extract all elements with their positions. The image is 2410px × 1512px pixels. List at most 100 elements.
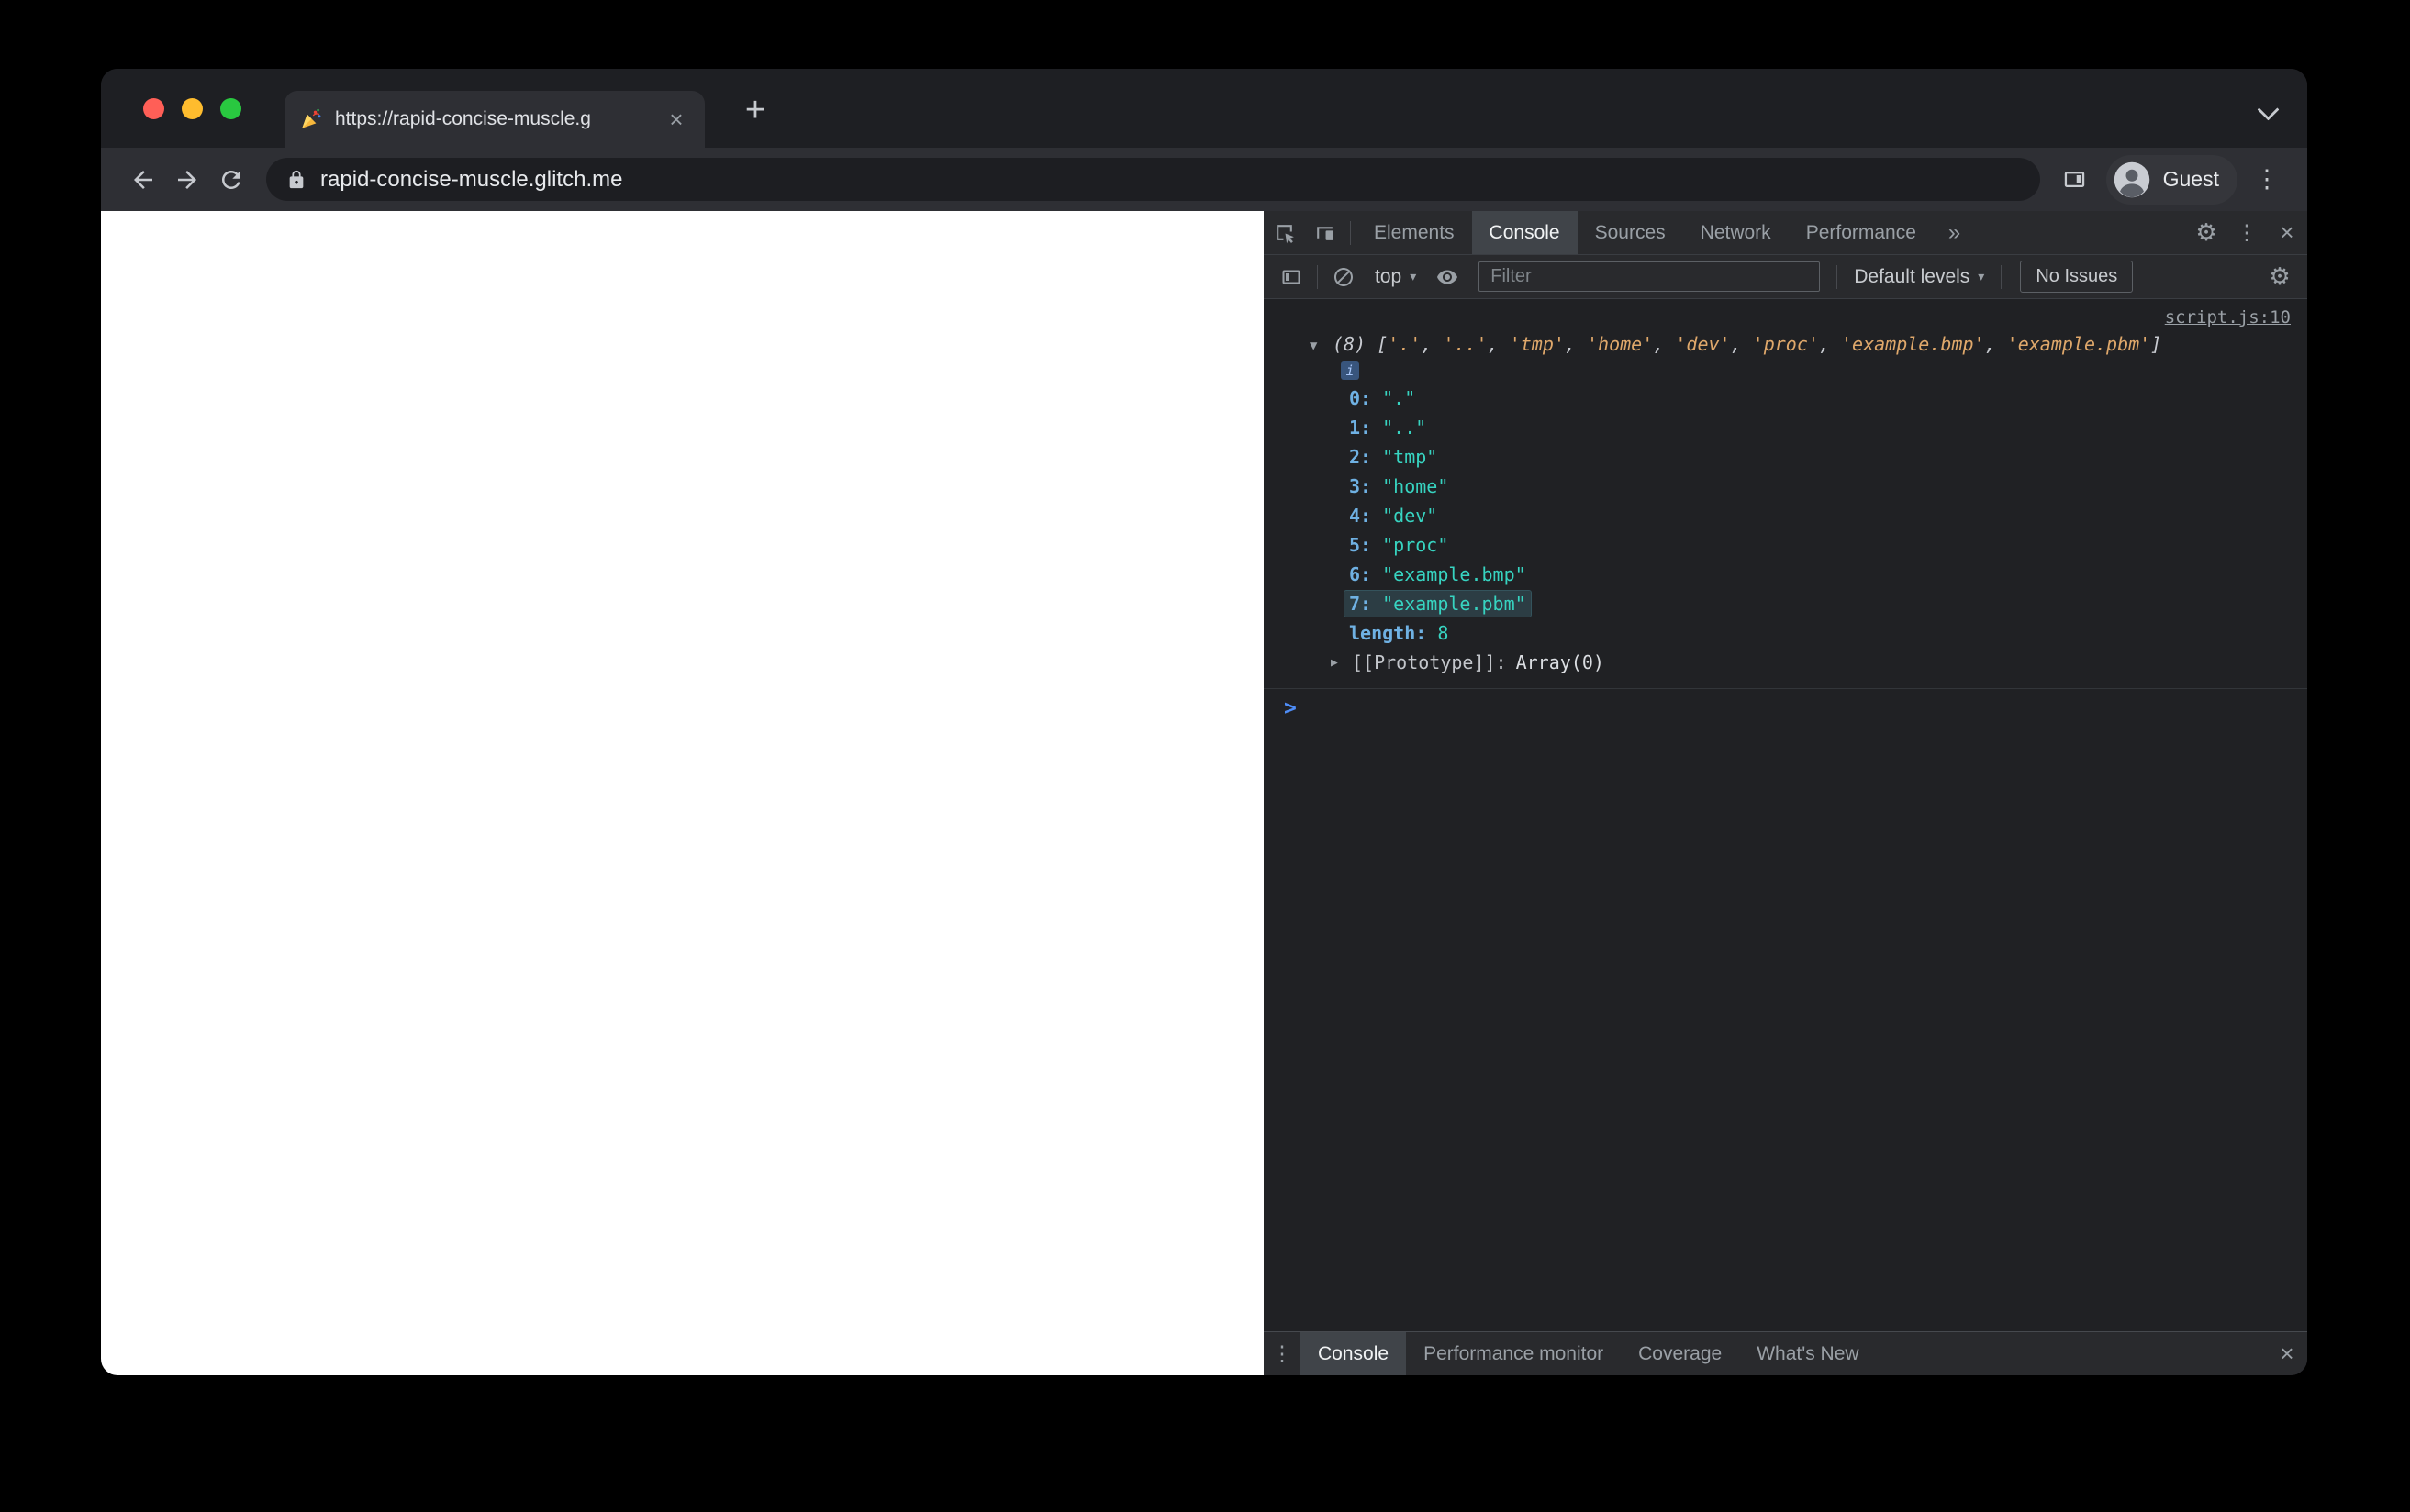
devtools-tab-performance[interactable]: Performance (1789, 211, 1934, 254)
issues-counter[interactable]: No Issues (2020, 261, 2134, 293)
entry-value: "proc" (1382, 534, 1449, 556)
side-panel-icon (2064, 172, 2085, 187)
browser-toolbar: rapid-concise-muscle.glitch.me Guest ⋮ (101, 148, 2307, 211)
array-entry-row: 3: "home" (1264, 472, 2307, 501)
entry-index: 3: (1349, 475, 1383, 497)
preview-token: , (1984, 333, 2007, 355)
array-preview-row[interactable]: ▼ (8) ['.', '..', 'tmp', 'home', 'dev', … (1264, 330, 2307, 358)
browser-menu-button[interactable]: ⋮ (2247, 158, 2287, 202)
live-expression-button[interactable] (1427, 266, 1467, 288)
devtools-tab-console[interactable]: Console (1471, 211, 1578, 254)
drawer-close-button[interactable]: × (2267, 1332, 2307, 1375)
close-window-button[interactable] (143, 98, 164, 119)
devtools-tab-network[interactable]: Network (1683, 211, 1789, 254)
page-viewport[interactable] (101, 211, 1264, 1375)
preview-token: '..' (1443, 333, 1488, 355)
drawer-menu-button[interactable]: ⋮ (1264, 1332, 1300, 1375)
caret-down-icon: ▾ (1410, 269, 1417, 284)
preview-token: , (1487, 333, 1510, 355)
device-toolbar-icon (1316, 227, 1333, 240)
inspect-element-button[interactable] (1264, 211, 1304, 254)
devtools-close-button[interactable]: × (2267, 211, 2307, 254)
back-button[interactable] (121, 158, 165, 202)
close-icon: × (2280, 218, 2294, 246)
new-tab-button[interactable]: + (732, 87, 778, 133)
entry-index: 1: (1349, 417, 1383, 439)
tab-close-icon[interactable]: × (663, 106, 690, 133)
console-filter-input[interactable] (1478, 261, 1821, 292)
drawer-tab-coverage[interactable]: Coverage (1621, 1332, 1739, 1375)
array-entry-row: 6: "example.bmp" (1264, 560, 2307, 589)
prototype-row[interactable]: ▶ [[Prototype]]: Array(0) (1264, 648, 2307, 677)
address-bar[interactable]: rapid-concise-muscle.glitch.me (266, 158, 2040, 201)
device-toolbar-button[interactable] (1304, 211, 1344, 254)
array-entry-row: 1: ".." (1264, 413, 2307, 442)
console-toolbar: top ▾ Default levels ▾ No Issues ⚙ (1264, 255, 2307, 299)
array-preview-tokens: (8) ['.', '..', 'tmp', 'home', 'dev', 'p… (1333, 333, 2161, 355)
profile-button[interactable]: Guest (2105, 154, 2237, 205)
minimize-window-button[interactable] (182, 98, 203, 119)
devtools-menu-button[interactable]: ⋮ (2226, 211, 2267, 254)
highlighted-entry: 7: "example.pbm" (1344, 591, 1531, 617)
console-output: script.js:10 ▼ (8) ['.', '..', 'tmp', 'h… (1264, 299, 2307, 1331)
array-entry-row: 2: "tmp" (1264, 442, 2307, 472)
clear-console-button[interactable] (1323, 266, 1364, 288)
eye-icon (1437, 270, 1458, 284)
url-text: rapid-concise-muscle.glitch.me (320, 166, 623, 192)
browser-window: https://rapid-concise-muscle.g × + rapid… (101, 69, 2307, 1375)
clear-console-icon (1334, 267, 1353, 286)
guest-avatar (2114, 161, 2149, 197)
entry-value: "example.bmp" (1382, 563, 1526, 585)
side-panel-button[interactable] (2053, 158, 2097, 202)
preview-token: 'proc' (1752, 333, 1819, 355)
prompt-chevron-icon: > (1284, 696, 1297, 720)
console-sidebar-button[interactable] (1271, 266, 1311, 288)
drawer-tabs: Console Performance monitor Coverage What's… (1300, 1332, 1877, 1375)
log-levels-dropdown[interactable]: Default levels ▾ (1843, 266, 1995, 288)
reload-icon (222, 170, 240, 189)
preview-token: [ (1377, 333, 1389, 355)
length-label: length: (1349, 622, 1427, 644)
drawer-tab-console[interactable]: Console (1300, 1332, 1407, 1375)
entry-index: 7: (1349, 593, 1383, 615)
array-entries: 0: "." 1: ".." 2: "tmp" 3: "home" 4: "dev" 5:… (1264, 384, 2307, 618)
entry-index: 2: (1349, 446, 1383, 468)
devtools-tab-sources[interactable]: Sources (1578, 211, 1683, 254)
source-link[interactable]: script.js:10 (2165, 307, 2291, 328)
forward-button[interactable] (165, 158, 209, 202)
preview-token: , (1730, 333, 1753, 355)
back-arrow-icon (134, 170, 152, 189)
reload-button[interactable] (209, 158, 253, 202)
window-controls (143, 98, 241, 119)
browser-tab[interactable]: https://rapid-concise-muscle.g × (285, 91, 705, 148)
console-message: script.js:10 ▼ (8) ['.', '..', 'tmp', 'h… (1264, 299, 2307, 689)
context-selector[interactable]: top ▾ (1364, 266, 1427, 288)
expand-closed-icon[interactable]: ▶ (1331, 649, 1338, 678)
console-settings-button[interactable]: ⚙ (2259, 262, 2300, 291)
entry-value: "example.pbm" (1382, 593, 1526, 615)
context-label: top (1375, 265, 1402, 287)
console-sidebar-icon (1282, 270, 1300, 284)
console-prompt[interactable]: > (1264, 689, 2307, 720)
preview-token: , (1818, 333, 1842, 355)
maximize-window-button[interactable] (220, 98, 241, 119)
drawer-tab-what-s-new[interactable]: What's New (1739, 1332, 1876, 1375)
tabstrip-chevron-icon[interactable] (2257, 98, 2280, 121)
separator (2001, 264, 2003, 289)
kebab-icon: ⋮ (1271, 1341, 1293, 1365)
more-tabs-button[interactable]: » (1934, 211, 1975, 254)
devtools-settings-button[interactable]: ⚙ (2186, 211, 2226, 254)
preview-token: , (1564, 333, 1588, 355)
devtools-tab-elements[interactable]: Elements (1356, 211, 1472, 254)
expand-open-icon[interactable]: ▼ (1310, 332, 1317, 360)
drawer-tab-performance-monitor[interactable]: Performance monitor (1406, 1332, 1621, 1375)
lock-icon (289, 170, 304, 188)
caret-down-icon: ▾ (1978, 269, 1985, 284)
tab-strip: https://rapid-concise-muscle.g × + (101, 69, 2307, 148)
prototype-value: Array(0) (1515, 651, 1604, 673)
entry-index: 0: (1349, 387, 1383, 409)
array-entry-row: 5: "proc" (1264, 530, 2307, 560)
party-popper-favicon (299, 107, 323, 131)
inspect-icon (1276, 225, 1294, 244)
array-entry-row: 7: "example.pbm" (1264, 589, 2307, 618)
